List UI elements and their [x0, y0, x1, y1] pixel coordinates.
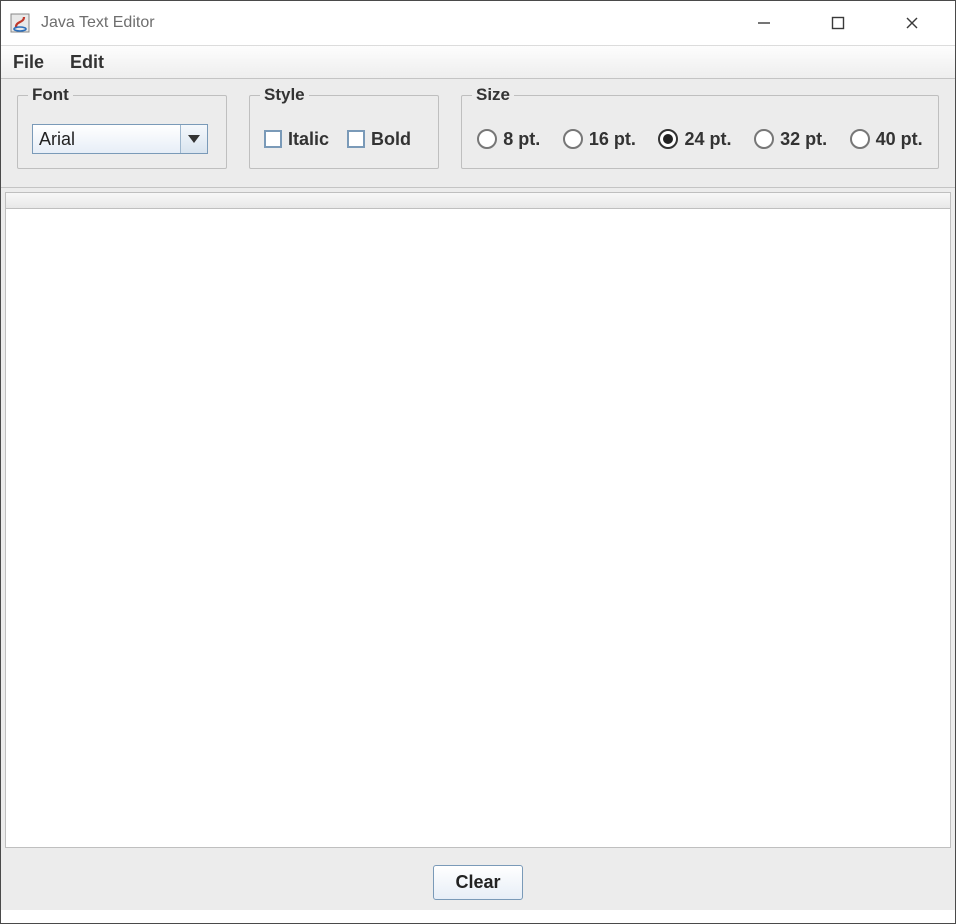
size-radio-16[interactable]: 16 pt. — [563, 129, 636, 150]
window-title: Java Text Editor — [41, 14, 741, 32]
title-bar: Java Text Editor — [1, 1, 955, 46]
editor-header-bar — [5, 192, 951, 208]
font-group-legend: Font — [28, 85, 73, 105]
radio-icon — [754, 129, 774, 149]
toolbar-panel: Font Arial Style Italic Bold Size 8 pt. — [1, 79, 955, 188]
size-radio-label: 32 pt. — [780, 129, 827, 150]
editor-panel — [1, 188, 955, 854]
size-radio-label: 24 pt. — [684, 129, 731, 150]
checkbox-icon — [347, 130, 365, 148]
menu-bar: File Edit — [1, 46, 955, 79]
size-group-legend: Size — [472, 85, 514, 105]
text-editor-area[interactable] — [5, 208, 951, 848]
italic-checkbox[interactable]: Italic — [264, 129, 329, 150]
bottom-bar: Clear — [1, 854, 955, 910]
minimize-button[interactable] — [741, 8, 787, 38]
italic-checkbox-label: Italic — [288, 129, 329, 150]
size-radio-8[interactable]: 8 pt. — [477, 129, 540, 150]
radio-icon — [477, 129, 497, 149]
radio-icon — [658, 129, 678, 149]
radio-icon — [563, 129, 583, 149]
style-group: Style Italic Bold — [249, 95, 439, 169]
checkbox-icon — [264, 130, 282, 148]
style-group-legend: Style — [260, 85, 309, 105]
size-radio-24[interactable]: 24 pt. — [658, 129, 731, 150]
app-icon — [9, 12, 31, 34]
size-group: Size 8 pt. 16 pt. 24 pt. 32 pt. 40 pt. — [461, 95, 939, 169]
radio-icon — [850, 129, 870, 149]
maximize-button[interactable] — [815, 8, 861, 38]
window-buttons — [741, 8, 949, 38]
bold-checkbox[interactable]: Bold — [347, 129, 411, 150]
menu-file[interactable]: File — [7, 50, 50, 75]
window-frame: Java Text Editor File Edit Font Arial — [0, 0, 956, 924]
font-group: Font Arial — [17, 95, 227, 169]
chevron-down-icon — [180, 125, 207, 153]
font-combobox[interactable]: Arial — [32, 124, 208, 154]
menu-edit[interactable]: Edit — [64, 50, 110, 75]
clear-button[interactable]: Clear — [433, 865, 523, 900]
font-combobox-value: Arial — [33, 125, 180, 153]
size-radio-label: 8 pt. — [503, 129, 540, 150]
bold-checkbox-label: Bold — [371, 129, 411, 150]
close-button[interactable] — [889, 8, 935, 38]
size-radio-label: 40 pt. — [876, 129, 923, 150]
size-radio-label: 16 pt. — [589, 129, 636, 150]
size-radio-32[interactable]: 32 pt. — [754, 129, 827, 150]
size-radio-40[interactable]: 40 pt. — [850, 129, 923, 150]
